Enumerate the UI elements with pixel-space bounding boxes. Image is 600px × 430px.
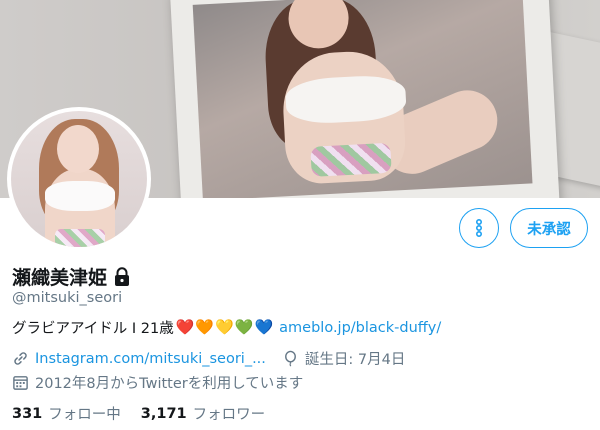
lock-icon <box>115 266 130 286</box>
following-count: 331 <box>12 405 43 422</box>
orange-heart-emoji: 🧡 <box>195 318 215 336</box>
joined-date-text: 2012年8月からTwitterを利用しています <box>35 376 304 392</box>
link-icon <box>14 352 27 365</box>
followers-stat[interactable]: 3,171 フォロワー <box>141 403 265 424</box>
profile-meta-row: Instagram.com/mitsuki_seori_... 誕生日: 7月4… <box>12 348 405 369</box>
more-options-button[interactable] <box>459 208 499 248</box>
avatar-face <box>57 125 99 173</box>
display-name: 瀬織美津姫 <box>12 267 108 289</box>
red-heart-emoji: ❤️ <box>175 318 195 336</box>
more-vertical-icon <box>476 218 483 238</box>
bio-hearts: ❤️ 🧡 💛 💚 💙 <box>176 320 273 335</box>
follow-request-pending-button[interactable]: 未承認 <box>510 208 588 248</box>
following-label: フォロー中 <box>48 407 121 423</box>
banner-figure-bottom <box>310 142 392 177</box>
balloon-icon <box>284 350 296 367</box>
profile-stats: 331 フォロー中 3,171 フォロワー <box>12 403 285 424</box>
bio-text: グラビアアイドル I 21歳 <box>12 321 174 337</box>
avatar-bottom <box>55 229 105 247</box>
following-stat[interactable]: 331 フォロー中 <box>12 403 121 424</box>
bio-link[interactable]: ameblo.jp/black-duffy/ <box>279 320 441 336</box>
birthday-text: 誕生日: 7月4日 <box>304 352 406 368</box>
followers-count: 3,171 <box>140 405 187 422</box>
profile-avatar-frame[interactable] <box>7 107 151 251</box>
user-handle: @mitsuki_seori <box>12 290 123 306</box>
profile-bio: グラビアアイドル I 21歳 ❤️ 🧡 💛 💚 💙 ameblo.jp/blac… <box>12 317 441 338</box>
profile-name-row: 瀬織美津姫 <box>12 263 131 290</box>
green-heart-emoji: 💚 <box>234 318 254 336</box>
blue-heart-emoji: 💙 <box>254 318 274 336</box>
banner-polaroid <box>169 0 561 198</box>
followers-label: フォロワー <box>192 407 266 423</box>
yellow-heart-emoji: 💛 <box>215 318 234 336</box>
avatar[interactable] <box>11 111 147 247</box>
profile-joined-row: 2012年8月からTwitterを利用しています <box>12 372 303 393</box>
website-link[interactable]: Instagram.com/mitsuki_seori_... <box>35 351 266 367</box>
calendar-icon <box>13 376 28 390</box>
banner-photo <box>192 0 533 198</box>
avatar-top <box>45 181 115 211</box>
